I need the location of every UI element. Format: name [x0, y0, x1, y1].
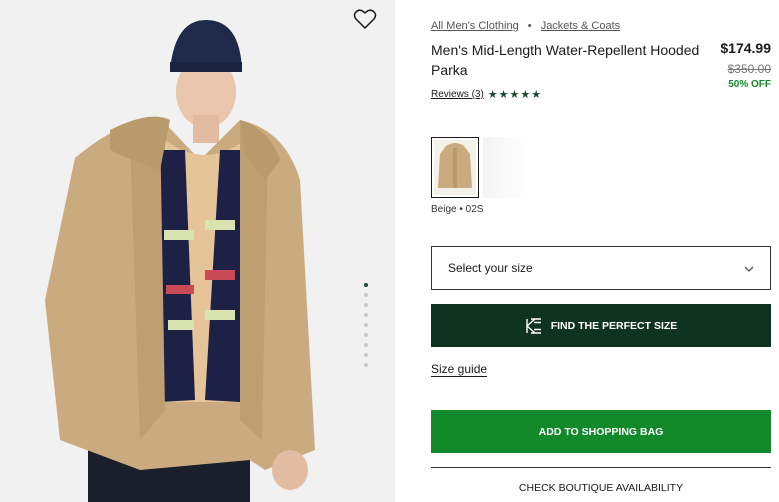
breadcrumb: All Men's Clothing • Jackets & Coats — [431, 20, 620, 32]
swatch-alternate[interactable] — [483, 137, 531, 198]
check-boutique-availability-button[interactable]: CHECK BOUTIQUE AVAILABILITY — [431, 482, 771, 494]
heart-outline-icon[interactable] — [353, 8, 377, 30]
gallery-dot[interactable] — [364, 293, 368, 297]
gallery-dot[interactable] — [364, 333, 368, 337]
chevron-down-icon — [744, 263, 754, 273]
reviews-link[interactable]: Reviews (3) — [431, 89, 484, 100]
divider — [431, 467, 771, 468]
gallery-dot[interactable] — [364, 343, 368, 347]
gallery-dot[interactable] — [364, 323, 368, 327]
gallery-dot[interactable] — [364, 303, 368, 307]
breadcrumb-link-mens-clothing[interactable]: All Men's Clothing — [431, 20, 519, 32]
gallery-dot[interactable] — [364, 313, 368, 317]
add-to-bag-label: ADD TO SHOPPING BAG — [538, 425, 664, 438]
product-image-gallery[interactable] — [0, 0, 395, 502]
reviews-summary: Reviews (3) ★★★★★ — [431, 88, 542, 101]
product-image — [45, 20, 315, 502]
size-select-placeholder: Select your size — [448, 261, 533, 275]
swatch-beige[interactable] — [431, 137, 479, 198]
gallery-dot[interactable] — [364, 353, 368, 357]
gallery-dot[interactable] — [364, 363, 368, 367]
add-to-bag-button[interactable]: ADD TO SHOPPING BAG — [431, 410, 771, 453]
measure-logo-icon — [526, 317, 541, 334]
selected-color-label: Beige • 02S — [431, 204, 484, 215]
color-swatches — [431, 137, 535, 198]
discount-badge: 50% OFF — [728, 79, 771, 90]
size-select-dropdown[interactable]: Select your size — [431, 246, 771, 290]
original-price: $350.00 — [727, 62, 771, 76]
current-price: $174.99 — [720, 40, 771, 56]
product-title: Men's Mid-Length Water-Repellent Hooded … — [431, 42, 700, 78]
gallery-pagination-dots[interactable] — [363, 283, 369, 373]
find-perfect-size-label: FIND THE PERFECT SIZE — [550, 319, 678, 332]
breadcrumb-link-jackets-coats[interactable]: Jackets & Coats — [541, 20, 620, 32]
size-guide-link[interactable]: Size guide — [431, 362, 487, 376]
swatch-beige-thumbnail — [434, 140, 476, 195]
gallery-dot[interactable] — [364, 283, 368, 287]
star-rating-icon: ★★★★★ — [487, 89, 543, 101]
find-perfect-size-button[interactable]: FIND THE PERFECT SIZE — [431, 304, 771, 347]
breadcrumb-separator: • — [527, 20, 532, 32]
